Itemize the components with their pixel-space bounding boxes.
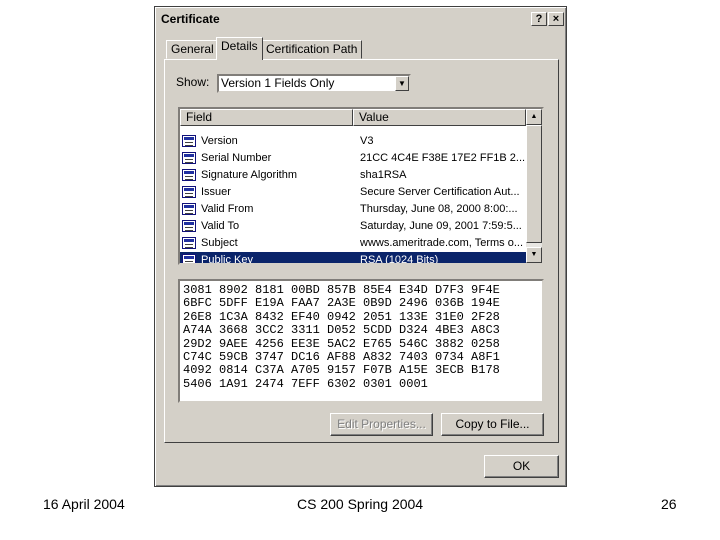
- vertical-scrollbar[interactable]: ▲ ▼: [526, 109, 542, 263]
- footer-date: 16 April 2004: [43, 496, 125, 512]
- field-name: Subject: [201, 237, 238, 249]
- field-icon: [182, 254, 196, 263]
- field-icon: [182, 152, 196, 164]
- close-button[interactable]: ×: [548, 12, 564, 26]
- certificate-dialog: Certificate ? × General Details Certific…: [154, 6, 567, 487]
- field-icon: [182, 135, 196, 147]
- field-value: 21CC 4C4E F38E 17E2 FF1B 2...: [360, 152, 525, 164]
- help-button[interactable]: ?: [531, 12, 547, 26]
- scroll-up-icon[interactable]: ▲: [526, 109, 542, 125]
- field-icon: [182, 186, 196, 198]
- field-name: Version: [201, 135, 238, 147]
- show-select[interactable]: Version 1 Fields Only ▼: [217, 74, 411, 93]
- field-value: RSA (1024 Bits): [360, 254, 439, 265]
- tab-certification-path[interactable]: Certification Path: [261, 40, 363, 59]
- field-value-textbox[interactable]: 3081 8902 8181 00BD 857B 85E4 E34D D7F3 …: [178, 279, 544, 403]
- tab-general[interactable]: General: [166, 40, 219, 59]
- tab-details[interactable]: Details: [216, 37, 263, 60]
- field-value: Secure Server Certification Aut...: [360, 186, 520, 198]
- field-icon: [182, 203, 196, 215]
- footer-course: CS 200 Spring 2004: [297, 496, 424, 512]
- list-item-selected[interactable]: Public Key RSA (1024 Bits): [180, 252, 526, 265]
- dialog-title: Certificate: [161, 12, 220, 26]
- list-item[interactable]: Issuer Secure Server Certification Aut..…: [180, 184, 526, 201]
- field-value: sha1RSA: [360, 169, 407, 181]
- show-label: Show:: [176, 75, 210, 89]
- list-item[interactable]: Version V3: [180, 133, 526, 150]
- field-value: V3: [360, 135, 374, 147]
- fields-list[interactable]: Field Value Version V3 Serial Number 21C…: [178, 107, 544, 265]
- field-name: Issuer: [201, 186, 231, 198]
- chevron-down-icon[interactable]: ▼: [395, 76, 409, 91]
- hex-line: 6BFC 5DFF E19A FAA7 2A3E 0B9D 2496 036B …: [183, 296, 500, 311]
- field-name: Signature Algorithm: [201, 169, 297, 181]
- field-name: Valid From: [201, 203, 254, 215]
- scroll-down-icon[interactable]: ▼: [526, 247, 542, 263]
- list-item[interactable]: Signature Algorithm sha1RSA: [180, 167, 526, 184]
- hex-line: 29D2 9AEE 4256 EE3E 5AC2 E765 546C 3882 …: [183, 336, 500, 351]
- copy-to-file-button[interactable]: Copy to File...: [441, 413, 544, 436]
- field-name: Valid To: [201, 220, 240, 232]
- field-value: Thursday, June 08, 2000 8:00:...: [360, 203, 518, 215]
- field-name: Public Key: [201, 254, 253, 265]
- list-item[interactable]: Valid To Saturday, June 09, 2001 7:59:5.…: [180, 218, 526, 235]
- field-icon: [182, 237, 196, 249]
- list-item[interactable]: Subject wwws.ameritrade.com, Terms o...: [180, 235, 526, 252]
- hex-line: 5406 1A91 2474 7EFF 6302 0301 0001: [183, 376, 428, 391]
- field-icon: [182, 169, 196, 181]
- field-icon: [182, 220, 196, 232]
- field-value: Saturday, June 09, 2001 7:59:5...: [360, 220, 522, 232]
- column-header-value[interactable]: Value: [353, 109, 526, 126]
- ok-button[interactable]: OK: [484, 455, 559, 478]
- field-name: Serial Number: [201, 152, 272, 164]
- show-select-value: Version 1 Fields Only: [221, 76, 335, 90]
- edit-properties-button[interactable]: Edit Properties...: [330, 413, 433, 436]
- footer-page-number: 26: [661, 496, 677, 512]
- column-header-field[interactable]: Field: [180, 109, 353, 126]
- title-bar[interactable]: Certificate ? ×: [158, 10, 564, 28]
- hex-line: A74A 3668 3CC2 3311 D052 5CDD D324 4BE3 …: [183, 323, 500, 338]
- scroll-thumb[interactable]: [526, 125, 542, 243]
- list-item[interactable]: Serial Number 21CC 4C4E F38E 17E2 FF1B 2…: [180, 150, 526, 167]
- hex-line: C74C 59CB 3747 DC16 AF88 A832 7403 0734 …: [183, 350, 500, 365]
- hex-line: 26E8 1C3A 8432 EF40 0942 2051 133E 31E0 …: [183, 309, 500, 324]
- list-item[interactable]: Valid From Thursday, June 08, 2000 8:00:…: [180, 201, 526, 218]
- field-value: wwws.ameritrade.com, Terms o...: [360, 237, 524, 249]
- hex-line: 4092 0814 C37A A705 9157 F07B A15E 3ECB …: [183, 363, 500, 378]
- hex-line: 3081 8902 8181 00BD 857B 85E4 E34D D7F3 …: [183, 283, 500, 297]
